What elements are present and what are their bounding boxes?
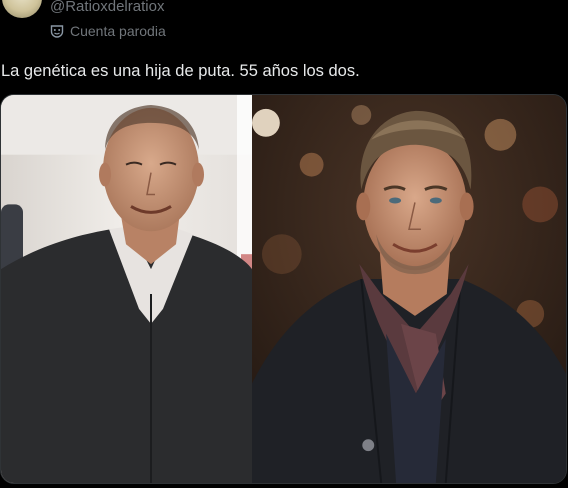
media-grid[interactable] <box>0 94 567 484</box>
photo-right[interactable] <box>252 95 566 483</box>
tweet-text: La genética es una hija de puta. 55 años… <box>1 62 360 80</box>
avatar[interactable] <box>2 0 42 18</box>
author-handle[interactable]: @Ratioxdelratiox <box>50 0 164 16</box>
parody-mask-icon <box>50 24 64 38</box>
parody-label: Cuenta parodia <box>70 23 166 39</box>
photo-left[interactable] <box>1 95 252 483</box>
parody-badge: Cuenta parodia <box>50 22 166 40</box>
